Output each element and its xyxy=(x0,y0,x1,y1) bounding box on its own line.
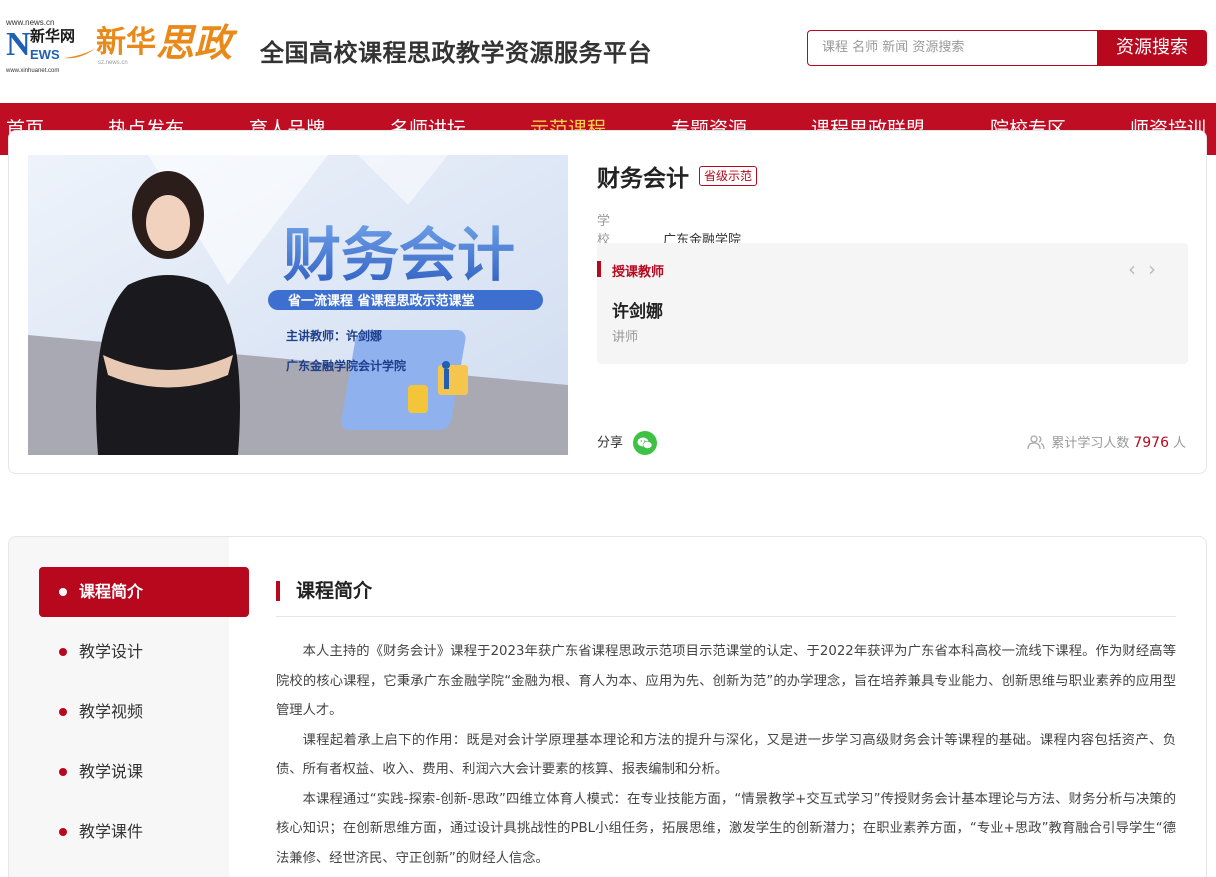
learners-unit: 人 xyxy=(1172,436,1186,451)
bullet-dot-icon xyxy=(59,828,67,836)
site-title: 全国高校课程思政教学资源服务平台 xyxy=(260,39,652,67)
logo-sub-url: sz.news.cn xyxy=(98,60,128,66)
share-row: 分享 xyxy=(597,431,658,455)
logo-xinhuawang: 新华网 xyxy=(30,27,76,45)
logo-swoosh-icon xyxy=(64,48,96,59)
sidebar-item-slides[interactable]: 教学课件 xyxy=(39,807,249,857)
learners-count: 7976 xyxy=(1133,435,1169,451)
logo-ews: EWS xyxy=(30,47,60,62)
sidebar-item-label: 教学设计 xyxy=(79,642,144,661)
teacher-title: 讲师 xyxy=(612,330,639,345)
section-header: 课程简介 xyxy=(276,577,1176,617)
bullet-dot-icon xyxy=(59,768,67,776)
section-body: 本人主持的《财务会计》课程于2023年获广东省课程思政示范项目示范课堂的认定、于… xyxy=(276,637,1176,873)
content-card: 课程简介 教学设计 教学视频 教学说课 教学课件 课程简介 本人主持的《财务会计… xyxy=(8,536,1207,877)
teacher-carousel-arrows: ‹› xyxy=(1128,257,1168,281)
section-header-bar xyxy=(276,581,280,601)
sidebar-item-talk[interactable]: 教学说课 xyxy=(39,747,249,797)
cover-big-title: 财务会计 xyxy=(283,221,515,289)
section-title: 课程简介 xyxy=(296,580,373,602)
cover-school-line: 广东金融学院会计学院 xyxy=(286,358,406,373)
sidebar-item-label: 课程简介 xyxy=(79,582,144,601)
sidebar-item-label: 教学说课 xyxy=(79,762,144,781)
cover-teacher-line: 主讲教师：许剑娜 xyxy=(286,328,382,343)
bullet-dot-icon xyxy=(59,708,67,716)
chevron-right-icon[interactable]: › xyxy=(1148,257,1168,281)
learners-label: 累计学习人数 xyxy=(1051,436,1130,451)
intro-paragraph: 本人主持的《财务会计》课程于2023年获广东省课程思政示范项目示范课堂的认定、于… xyxy=(276,644,1176,718)
people-icon xyxy=(1027,435,1045,450)
cover-slogan: 省一流课程 省课程思政示范课堂 xyxy=(287,293,475,309)
sidebar-item-video[interactable]: 教学视频 xyxy=(39,687,249,737)
logo-xinhuanet-url: www.xinhuanet.com xyxy=(6,68,60,74)
logo-xinhua: 新华 xyxy=(96,25,156,60)
logo-sizheng: 思政 xyxy=(156,20,233,65)
search-button[interactable]: 资源搜索 xyxy=(1097,30,1207,66)
sidebar-item-intro[interactable]: 课程简介 xyxy=(39,567,249,617)
learners-stat: 累计学习人数 7976 人 xyxy=(1027,431,1186,455)
sidebar-item-label: 教学课件 xyxy=(79,822,144,841)
intro-paragraph: 本课程通过“实践-探索-创新-思政”四维立体育人模式：在专业技能方面，“情景教学… xyxy=(276,791,1176,866)
bullet-dot-icon xyxy=(59,588,67,596)
course-card: 财务会计 省一流课程 省课程思政示范课堂 主讲教师：许剑娜 广东金融学院会计学院… xyxy=(8,130,1207,474)
sidebar-item-label: 教学视频 xyxy=(79,702,144,721)
teacher-heading: 授课教师 xyxy=(612,265,665,280)
course-cover-image[interactable]: 财务会计 省一流课程 省课程思政示范课堂 主讲教师：许剑娜 广东金融学院会计学院 xyxy=(28,155,568,455)
search-input[interactable]: 课程 名师 新闻 资源搜索 xyxy=(807,30,1097,66)
wechat-icon[interactable] xyxy=(633,431,658,455)
chevron-left-icon[interactable]: ‹ xyxy=(1128,257,1148,281)
sidebar-item-design[interactable]: 教学设计 xyxy=(39,627,249,677)
share-label: 分享 xyxy=(597,435,624,451)
site-header: www.news.cn N 新华网 EWS www.xinhuanet.com … xyxy=(0,0,1216,103)
course-title: 财务会计 xyxy=(597,166,689,192)
intro-paragraph: 课程起着承上启下的作用：既是对会计学原理基本理论和方法的提升与深化，又是进一步学… xyxy=(276,732,1176,778)
bullet-dot-icon xyxy=(59,648,67,656)
teacher-panel: 授课教师 ‹› 许剑娜 讲师 xyxy=(597,243,1188,364)
logo-n-letter: N xyxy=(6,26,31,63)
teacher-name[interactable]: 许剑娜 xyxy=(612,297,663,322)
site-logo[interactable]: www.news.cn N 新华网 EWS www.xinhuanet.com … xyxy=(6,18,246,78)
course-cover-illustration: 财务会计 省一流课程 省课程思政示范课堂 主讲教师：许剑娜 广东金融学院会计学院 xyxy=(28,155,568,455)
level-badge: 省级示范 xyxy=(699,166,758,186)
course-title-row: 财务会计 省级示范 xyxy=(597,159,758,193)
